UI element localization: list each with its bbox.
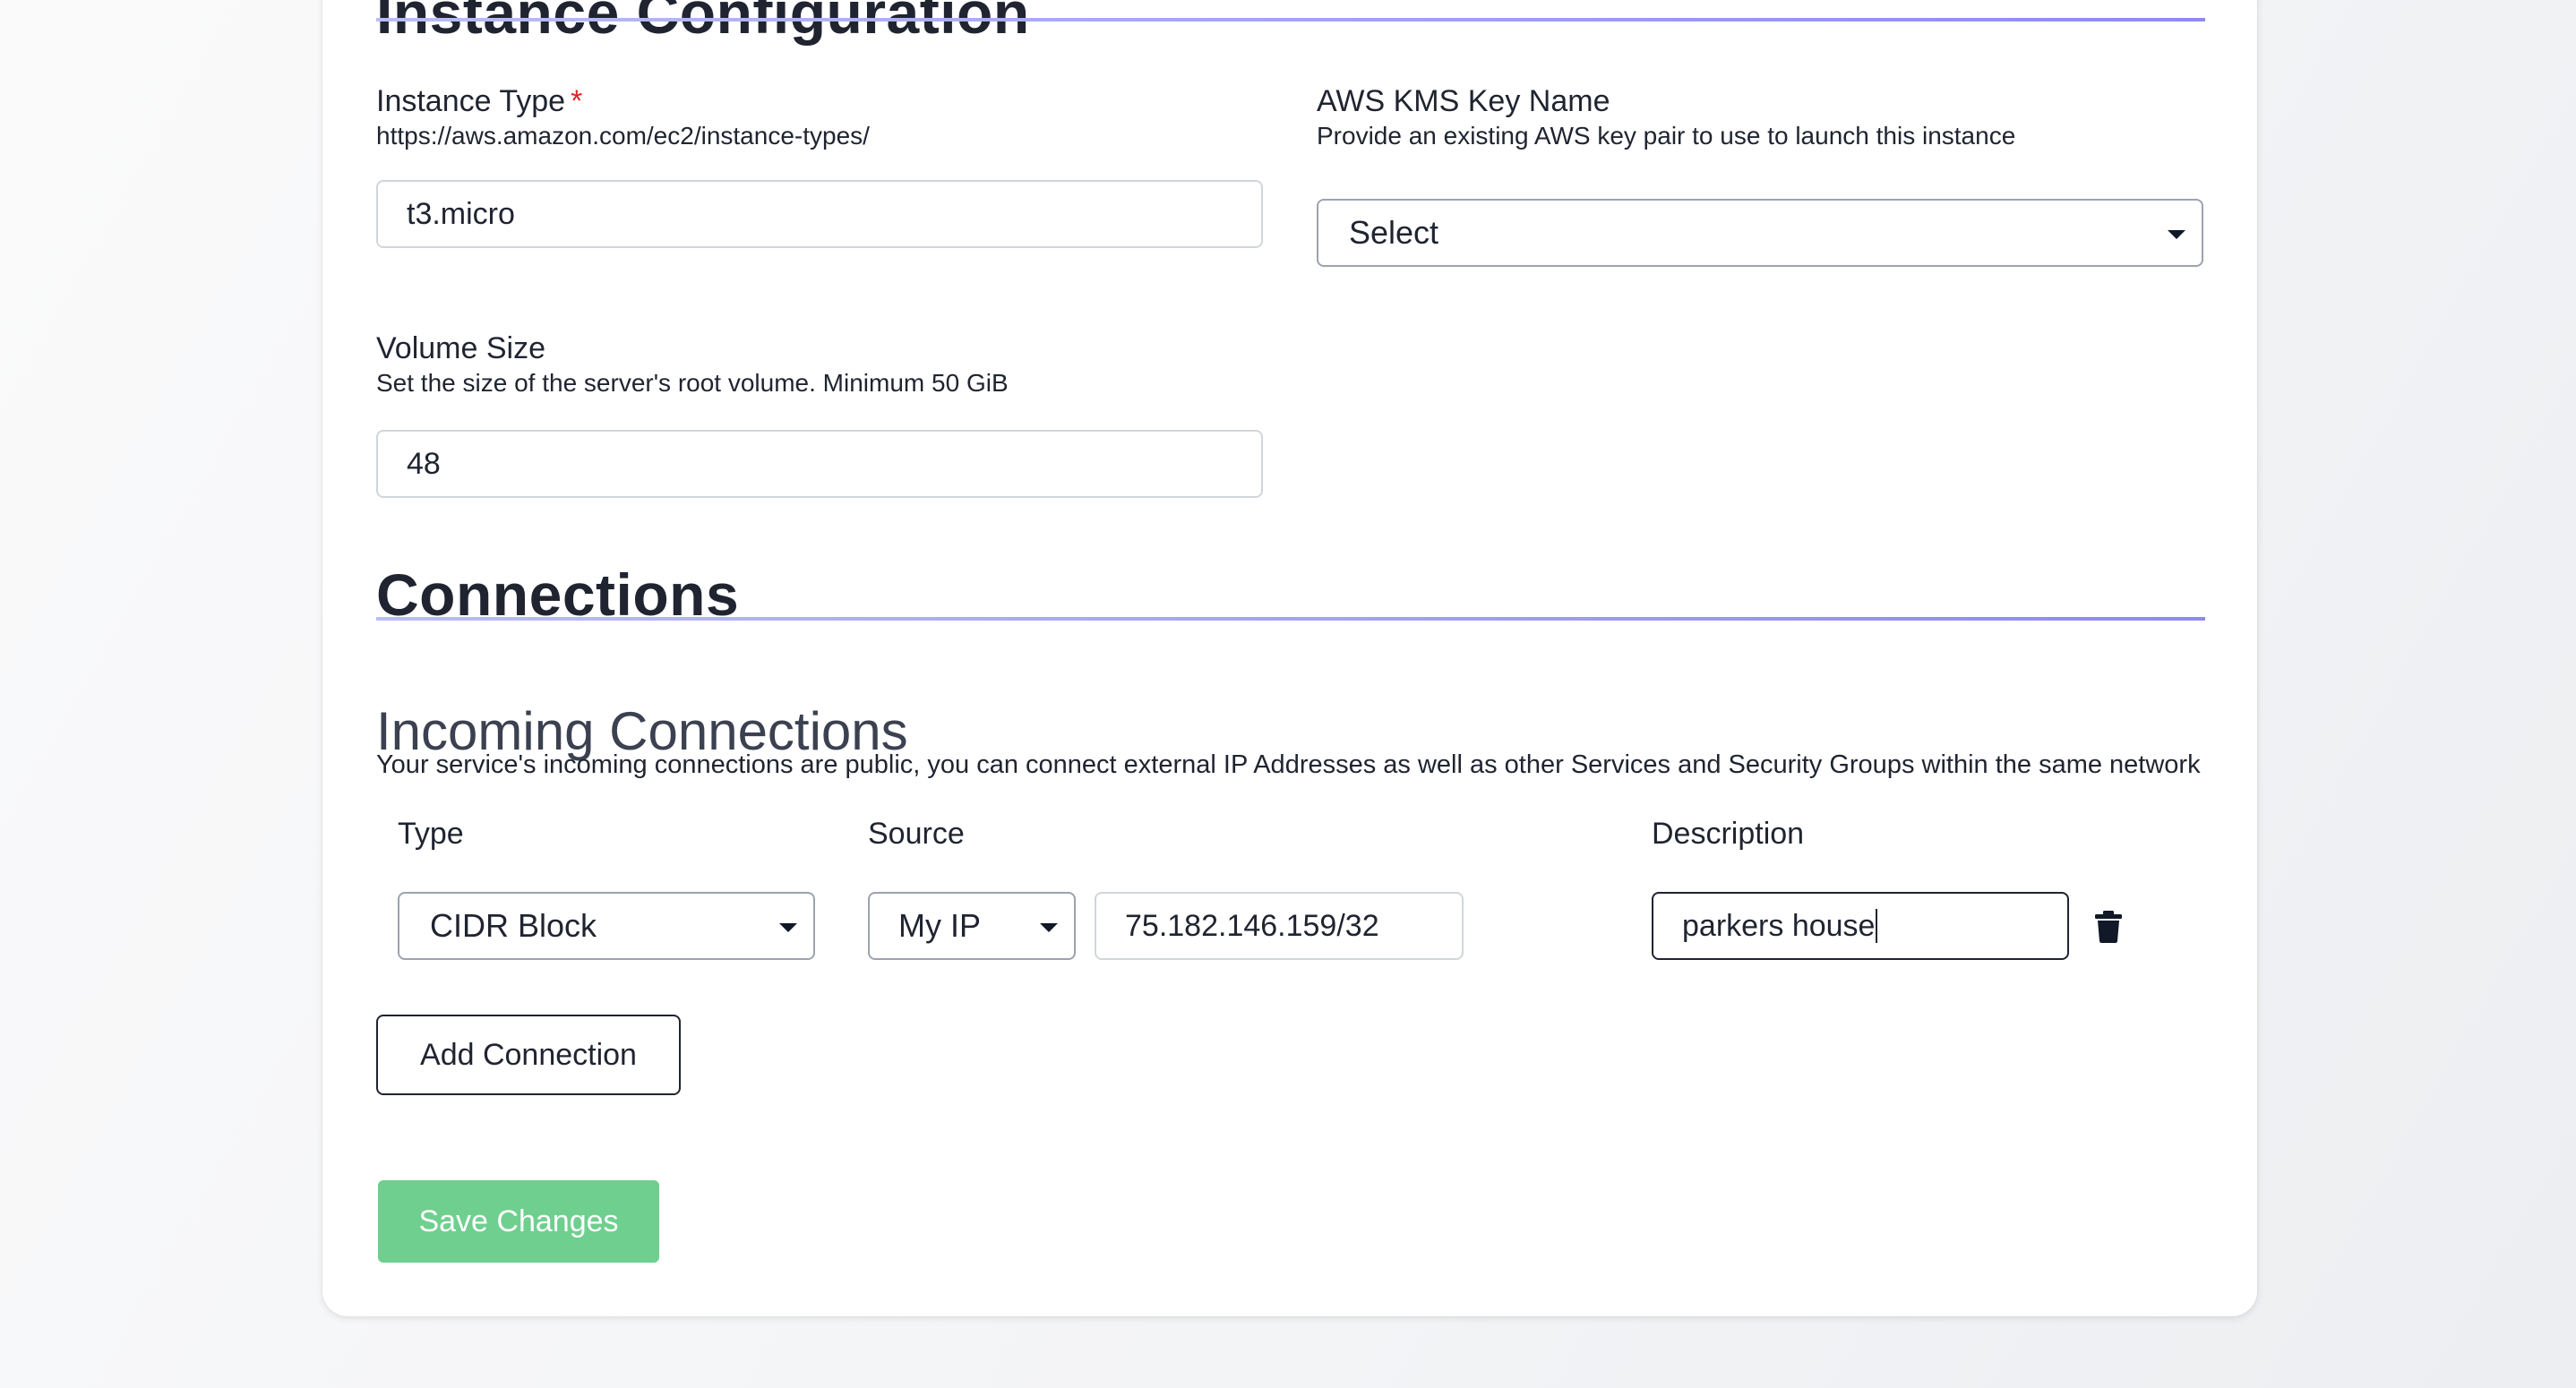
chevron-down-icon [1040,923,1058,932]
required-marker: * [571,84,583,118]
chevron-down-icon [779,923,797,932]
instance-type-label: Instance Type * [376,84,582,119]
chevron-down-icon [2168,230,2185,239]
connection-description-value: parkers house [1682,908,1876,943]
kms-key-selected: Select [1349,214,1439,251]
settings-card: Instance Configuration Instance Type * ht… [322,0,2257,1316]
add-connection-button[interactable]: Add Connection [376,1015,681,1095]
instance-type-help: https://aws.amazon.com/ec2/instance-type… [376,122,870,150]
volume-size-help: Set the size of the server's root volume… [376,369,1009,397]
instance-type-value: t3.micro [407,196,515,231]
connection-description-input[interactable]: parkers house [1652,892,2069,960]
volume-size-label: Volume Size [376,331,545,365]
incoming-connections-description: Your service's incoming connections are … [376,750,2201,779]
volume-size-input[interactable]: 48 [376,430,1263,498]
volume-size-value: 48 [407,446,441,481]
instance-type-label-text: Instance Type [376,84,566,118]
kms-key-select[interactable]: Select [1317,199,2203,267]
connection-source-selected: My IP [898,907,982,944]
connection-type-selected: CIDR Block [430,907,597,944]
text-cursor [1876,909,1878,943]
save-changes-button[interactable]: Save Changes [378,1180,659,1263]
kms-key-help: Provide an existing AWS key pair to use … [1317,122,2016,150]
instance-type-input[interactable]: t3.micro [376,180,1263,248]
connection-source-select[interactable]: My IP [868,892,1076,960]
column-type-label: Type [398,817,464,851]
instance-config-divider [376,18,2205,21]
column-description-label: Description [1652,817,1805,851]
connection-type-select[interactable]: CIDR Block [398,892,815,960]
connection-cidr-input[interactable]: 75.182.146.159/32 [1095,892,1464,960]
instance-config-title: Instance Configuration [376,0,1030,46]
connections-divider [376,617,2205,621]
connection-cidr-value: 75.182.146.159/32 [1125,908,1379,943]
kms-key-label: AWS KMS Key Name [1317,84,1610,118]
column-source-label: Source [868,817,965,851]
trash-icon[interactable] [2095,911,2122,943]
